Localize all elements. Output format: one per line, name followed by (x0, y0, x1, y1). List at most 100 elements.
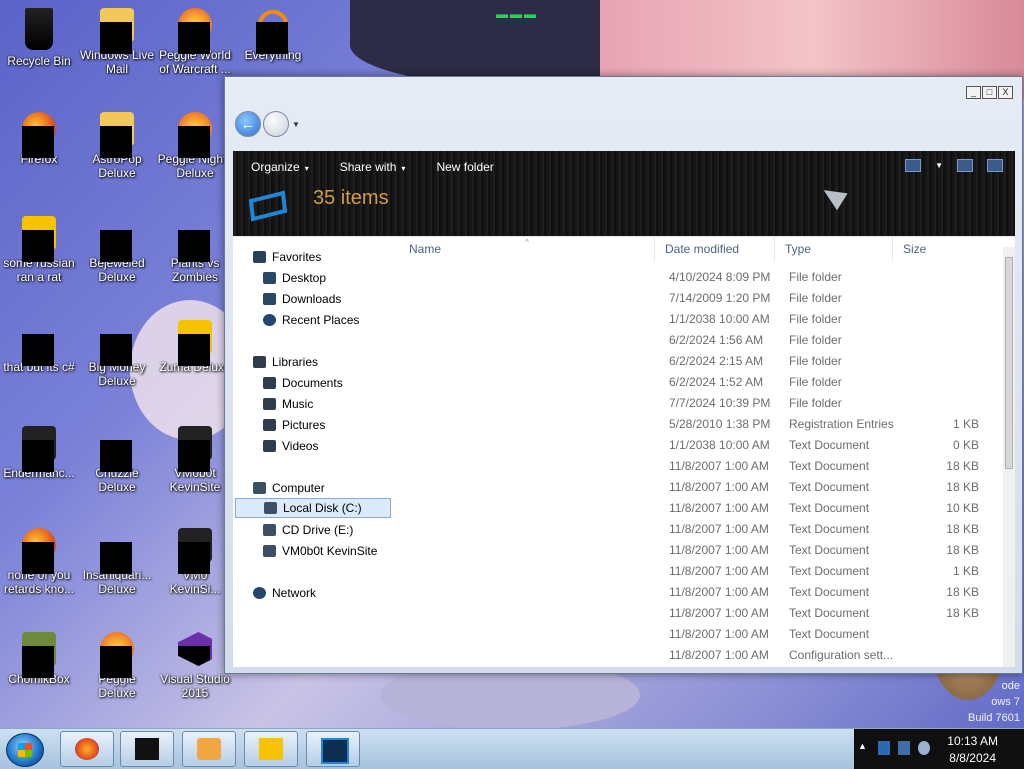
nav-vm0b0t-kevinsite[interactable]: VM0b0t KevinSite (263, 541, 377, 561)
close-button[interactable]: X (998, 86, 1013, 99)
desktop-icon-visual-studio[interactable]: Visual Studio 2015 (156, 632, 234, 700)
table-row[interactable]: eula.1036.txt11/8/2007 1:00 AMText Docum… (399, 519, 999, 540)
volume-icon[interactable] (918, 741, 930, 755)
column-header-date[interactable]: Date modified (655, 237, 775, 261)
table-row[interactable]: eula.2052.txt11/8/2007 1:00 AMText Docum… (399, 603, 999, 624)
taskbar-media-player[interactable] (182, 731, 236, 767)
change-view-icon[interactable] (905, 159, 922, 172)
table-row[interactable]: ProgramData6/2/2024 2:15 AMFile folder (399, 351, 999, 372)
taskbar-terminal[interactable] (120, 731, 174, 767)
desktop-icon-none-of-you[interactable]: none of you retards kno... (0, 528, 78, 596)
nav-favorites[interactable]: Favorites (253, 247, 321, 267)
desktop-icon-peggle-nights[interactable]: Peggle Nights Deluxe (156, 112, 234, 180)
desktop-icon-windows-live-mail[interactable]: Windows Live Mail (78, 8, 156, 76)
desktop-icon-bejeweled[interactable]: Bejeweled Deluxe (78, 216, 156, 284)
table-row[interactable]: Windows7/7/2024 10:39 PMFile folder (399, 393, 999, 414)
nav-label: Music (282, 397, 314, 411)
shortcut-icon (178, 426, 212, 472)
show-hidden-icons-icon[interactable]: ▲ (858, 741, 870, 755)
table-row[interactable]: ghidra4/10/2024 8:09 PMFile folder (399, 267, 999, 288)
nav-desktop[interactable]: Desktop (263, 268, 326, 288)
column-header-name[interactable]: Name ^ (399, 237, 655, 261)
share-with-menu[interactable]: Share with ▾ (340, 160, 406, 174)
table-row[interactable]: eula.1040.txt11/8/2007 1:00 AMText Docum… (399, 540, 999, 561)
table-row[interactable]: eula.1031.txt11/8/2007 1:00 AMText Docum… (399, 477, 999, 498)
desktop-icon-chuzzle[interactable]: Chuzzle Deluxe (78, 426, 156, 494)
nav-music[interactable]: Music (263, 394, 313, 414)
forward-button[interactable] (263, 111, 289, 137)
desktop-icon-zuma[interactable]: Zuma Deluxe (156, 320, 234, 374)
nav-cd-drive-e[interactable]: CD Drive (E:) (263, 520, 353, 540)
network-icon[interactable] (898, 741, 910, 755)
desktop-icon-russian-rat[interactable]: some russian ran a rat (0, 216, 78, 284)
desktop-icon-astropop[interactable]: AstroPop Deluxe (78, 112, 156, 180)
scrollbar-thumb[interactable] (1005, 257, 1013, 469)
file-type-cell: File folder (789, 333, 842, 347)
desktop-icon-vm0-kevinsite[interactable]: VM0 KevinSi... (156, 528, 234, 596)
table-row[interactable]: Add_Show_Hide_Hidden_Files_Option.reg5/2… (399, 414, 999, 435)
table-row[interactable]: eula.1033.txt11/8/2007 1:00 AMText Docum… (399, 498, 999, 519)
column-header-size[interactable]: Size (893, 237, 983, 261)
table-row[interactable]: eula.3082.txt11/8/2007 1:00 AMText Docum… (399, 624, 999, 645)
nav-pictures[interactable]: Pictures (263, 415, 325, 435)
desktop-icon-that-but-c-sharp[interactable]: that but its c# (0, 320, 78, 374)
tray-app-icon[interactable] (878, 741, 890, 755)
new-folder-button[interactable]: New folder (436, 160, 493, 174)
nav-recent-places[interactable]: Recent Places (263, 310, 359, 330)
back-button[interactable]: ← (235, 111, 261, 137)
minimize-button[interactable]: _ (966, 86, 981, 99)
clock-date[interactable]: 8/8/2024 (949, 751, 996, 765)
table-row[interactable]: Users6/2/2024 1:52 AMFile folder (399, 372, 999, 393)
desktop-icon-endermanc[interactable]: Endermanc... (0, 426, 78, 480)
view-options-chevron-icon[interactable]: ▼ (935, 161, 943, 170)
desktop-icon-chomikbox[interactable]: ChomikBox (0, 632, 78, 686)
desktop-icon-peggle-deluxe[interactable]: Peggle Deluxe (78, 632, 156, 700)
table-row[interactable]: Program Files1/1/2038 10:00 AMFile folde… (399, 309, 999, 330)
desktop-icon-firefox[interactable]: Firefox (0, 112, 78, 166)
desktop-icon-vm0b0t-kevinsite[interactable]: VM0b0t KevinSite (156, 426, 234, 494)
help-icon[interactable] (987, 159, 1003, 172)
recent-places-icon (263, 314, 276, 326)
explorer-window[interactable]: _ □ X ← ▼ Organize ▾ Share with ▾ New fold… (224, 76, 1023, 674)
column-header-type[interactable]: Type (775, 237, 893, 261)
table-row[interactable]: eula.1042.txt11/8/2007 1:00 AMText Docum… (399, 582, 999, 603)
table-row[interactable]: globdata.ini11/8/2007 1:00 AMConfigurati… (399, 645, 999, 666)
file-type-cell: Text Document (789, 480, 870, 494)
table-row[interactable]: eula.1041.txt11/8/2007 1:00 AMText Docum… (399, 561, 999, 582)
windows-watermark: ows 7 (991, 696, 1020, 708)
start-button[interactable] (6, 733, 44, 767)
nav-local-disk-c[interactable]: Local Disk (C:) (235, 498, 391, 518)
nav-network[interactable]: Network (253, 583, 316, 603)
table-row[interactable]: antiviruspaths.txt1/1/2038 10:00 AMText … (399, 435, 999, 456)
table-row[interactable]: PerfLogs7/14/2009 1:20 PMFile folder (399, 288, 999, 309)
table-row[interactable]: eula.1028.txt11/8/2007 1:00 AMText Docum… (399, 456, 999, 477)
desktop-icon-everything[interactable]: Everything (234, 8, 312, 62)
nav-downloads[interactable]: Downloads (263, 289, 341, 309)
nav-libraries[interactable]: Libraries (253, 352, 318, 372)
nav-documents[interactable]: Documents (263, 373, 343, 393)
desktop-icon-plants-vs-zombies[interactable]: Plants vs Zombies (156, 216, 234, 284)
taskbar-firefox[interactable] (60, 731, 114, 767)
nav-computer[interactable]: Computer (253, 478, 325, 498)
nav-videos[interactable]: Videos (263, 436, 318, 456)
file-size-cell: 1 KB (952, 564, 979, 578)
taskbar-app-de[interactable] (244, 731, 298, 767)
decorative-arrow-icon (818, 181, 848, 211)
desktop-icon-insaniquarium[interactable]: Insaniquari... Deluxe (78, 528, 156, 596)
clock-time[interactable]: 10:13 AM (947, 734, 998, 748)
app-icon (22, 320, 56, 366)
desktop-icon-recycle-bin[interactable]: Recycle Bin (0, 8, 78, 68)
table-row[interactable]: Program Files (x86)6/2/2024 1:56 AMFile … (399, 330, 999, 351)
preview-pane-icon[interactable] (957, 159, 973, 172)
nav-label: Computer (272, 481, 325, 495)
organize-label: Organize (251, 160, 300, 174)
item-count: 35 items (313, 187, 389, 209)
vertical-scrollbar[interactable] (1003, 247, 1015, 667)
desktop-icon-big-money[interactable]: Big Money Deluxe (78, 320, 156, 388)
maximize-button[interactable]: □ (982, 86, 997, 99)
organize-menu[interactable]: Organize ▾ (251, 160, 309, 174)
desktop-icon-peggle-wow[interactable]: Peggle World of Warcraft ... (156, 8, 234, 76)
file-size-cell: 10 KB (946, 501, 979, 515)
taskbar-explorer[interactable] (306, 731, 360, 767)
recent-pages-dropdown[interactable]: ▼ (292, 120, 300, 129)
